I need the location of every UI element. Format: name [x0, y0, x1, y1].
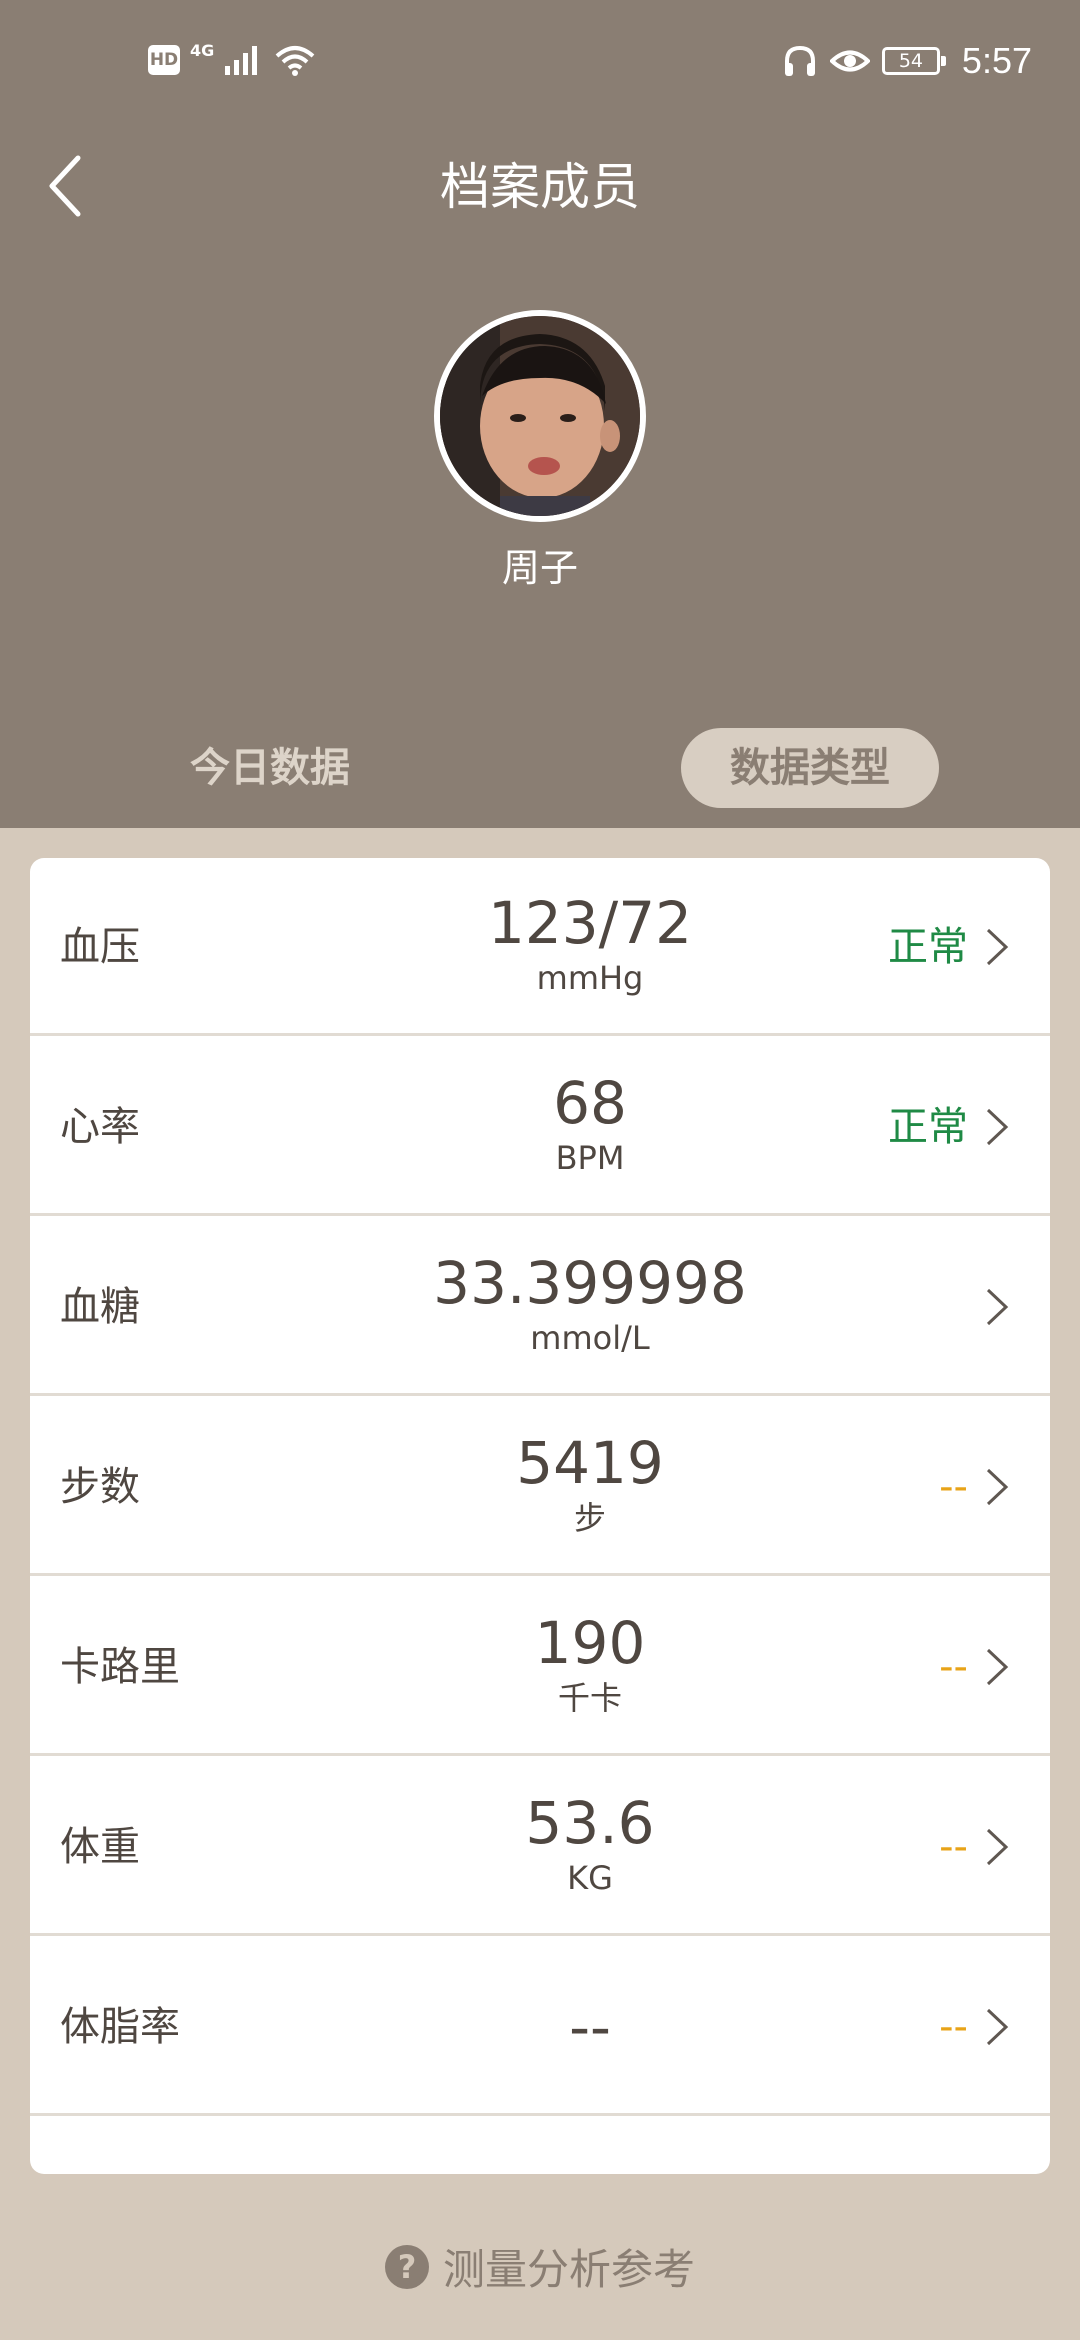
metric-status: --	[939, 1824, 968, 1870]
metric-status: --	[939, 2004, 968, 2050]
metric-label: 步数	[60, 1464, 140, 1510]
measurement-reference-label: 测量分析参考	[442, 2245, 695, 2294]
chevron-right-icon	[986, 1468, 1009, 1506]
battery-icon: 54	[881, 47, 946, 75]
metric-row-blood-sugar[interactable]: 血糖 33.399998 mmol/L	[30, 1218, 1050, 1396]
metric-status: 正常	[888, 924, 968, 970]
status-left: HD 4G	[148, 40, 316, 76]
metric-label: 血糖	[60, 1284, 140, 1330]
metrics-card: 血压 123/72 mmHg 正常 心率 68 BPM 正常 血糖 33.399…	[30, 858, 1050, 2174]
page-title: 档案成员	[440, 158, 640, 216]
metric-row-steps[interactable]: 步数 5419 步 --	[30, 1398, 1050, 1576]
status-bar: HD 4G 54 5:57	[0, 0, 1080, 130]
network-label: 4G	[190, 40, 215, 60]
metric-unit: mmHg	[536, 959, 644, 997]
metric-unit: KG	[567, 1859, 613, 1897]
profile-header: HD 4G 54 5:57 档案成员 周子 今日数据 数据类型	[0, 0, 1080, 828]
metric-label: 卡路里	[60, 1644, 180, 1690]
metric-value: 68	[553, 1069, 627, 1137]
chevron-right-icon	[986, 1828, 1009, 1866]
metric-row-heart-rate[interactable]: 心率 68 BPM 正常	[30, 1038, 1050, 1216]
metric-value: --	[569, 1993, 611, 2061]
metric-status: --	[939, 1644, 968, 1690]
member-name: 周子	[501, 546, 578, 590]
chevron-right-icon	[986, 2008, 1009, 2046]
avatar-photo	[440, 316, 640, 516]
chevron-right-icon	[986, 1108, 1009, 1146]
metric-unit: 步	[573, 1499, 606, 1537]
metric-unit: 千卡	[557, 1679, 622, 1717]
metric-unit: BPM	[555, 1139, 625, 1177]
metric-row-blood-pressure[interactable]: 血压 123/72 mmHg 正常	[30, 858, 1050, 1036]
chevron-right-icon	[986, 1648, 1009, 1686]
metric-value: 5419	[516, 1429, 664, 1497]
metric-value: 190	[534, 1609, 646, 1677]
metric-label: 心率	[60, 1104, 140, 1150]
metric-status: 正常	[888, 1104, 968, 1150]
metric-value: 33.399998	[433, 1249, 747, 1317]
measurement-reference-link[interactable]: ? 测量分析参考	[0, 2236, 1080, 2297]
metric-unit: mmol/L	[530, 1319, 650, 1357]
wifi-icon	[275, 46, 315, 76]
member-avatar[interactable]	[434, 310, 646, 522]
tab-data-type[interactable]: 数据类型	[681, 728, 939, 808]
chevron-right-icon	[986, 1288, 1009, 1326]
metric-row-calories[interactable]: 卡路里 190 千卡 --	[30, 1578, 1050, 1756]
status-right: 54 5:57	[782, 40, 1032, 82]
metric-label: 体脂率	[60, 2004, 180, 2050]
metric-row-body-fat[interactable]: 体脂率 -- --	[30, 1938, 1050, 2116]
eye-comfort-icon	[829, 50, 870, 72]
metric-row-weight[interactable]: 体重 53.6 KG --	[30, 1758, 1050, 1936]
hd-icon: HD	[148, 45, 180, 75]
help-icon: ?	[384, 2244, 429, 2289]
clock: 5:57	[961, 40, 1032, 81]
metric-status: --	[939, 1464, 968, 1510]
headphones-icon	[784, 45, 815, 76]
chevron-right-icon	[986, 928, 1009, 966]
metric-value: 123/72	[487, 889, 693, 957]
signal-icon	[225, 46, 258, 75]
metric-value: 53.6	[525, 1789, 655, 1857]
tab-today-data[interactable]: 今日数据	[150, 728, 390, 808]
metric-label: 体重	[60, 1824, 140, 1870]
metric-label: 血压	[60, 924, 140, 970]
